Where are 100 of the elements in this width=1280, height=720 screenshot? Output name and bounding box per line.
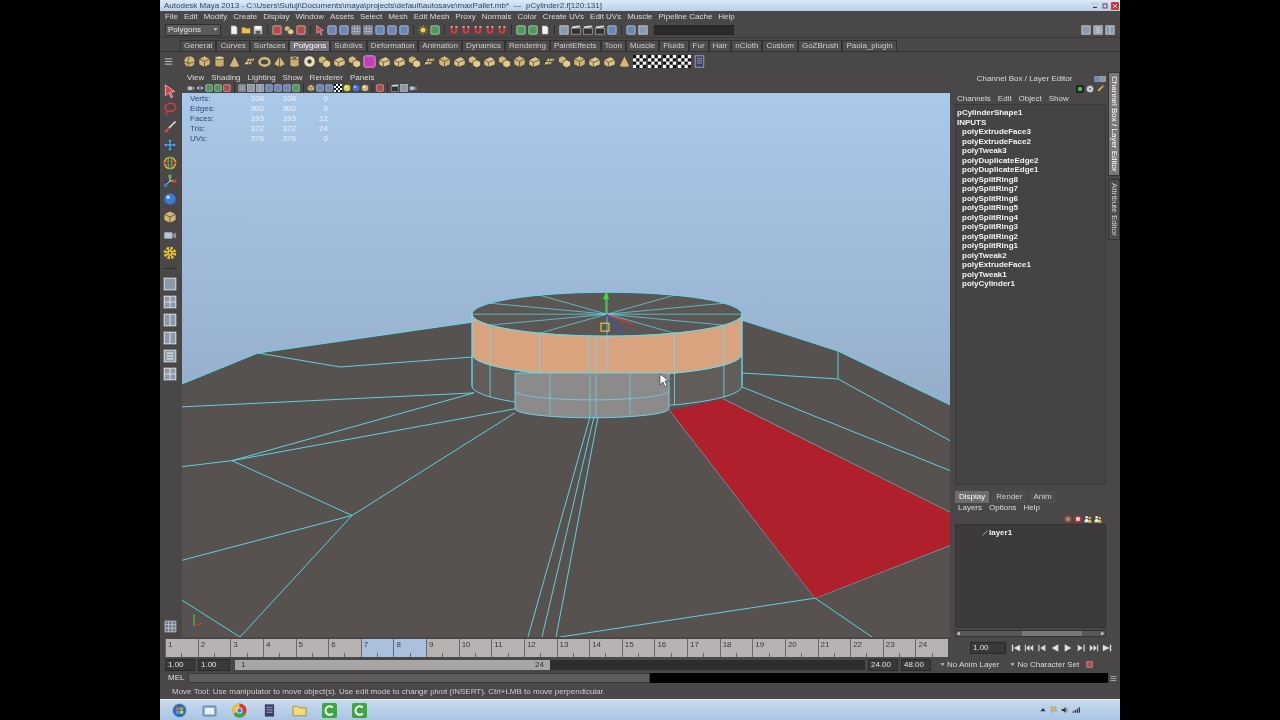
cube-icon[interactable] (198, 54, 211, 68)
single-pane-icon[interactable] (1081, 24, 1091, 35)
panel-menu-item[interactable]: Renderer (309, 74, 343, 82)
camera-icon[interactable] (187, 84, 195, 92)
menu-item[interactable]: Modify (203, 12, 228, 21)
document-icon[interactable] (540, 24, 550, 35)
input-node-item[interactable]: polySplitRing5 (957, 203, 1018, 213)
maximize-icon[interactable] (1101, 1, 1109, 10)
menu-icon[interactable] (164, 56, 173, 66)
manipulator-icon[interactable] (600, 291, 633, 334)
menu-item[interactable]: Proxy (455, 12, 476, 21)
checker-icon[interactable] (678, 54, 691, 68)
square-icon[interactable] (516, 24, 526, 35)
scale-handles-icon[interactable] (163, 174, 177, 188)
input-node-item[interactable]: polyExtrudeFace2 (957, 136, 1031, 146)
minimize-icon[interactable] (1091, 1, 1099, 10)
shelf-tab[interactable]: Deformation (366, 40, 419, 51)
input-node-item[interactable]: polySplitRing7 (957, 184, 1018, 194)
square-icon[interactable] (272, 24, 282, 35)
pointer-icon[interactable] (163, 84, 177, 98)
shelf-tab[interactable]: Fur (688, 40, 709, 51)
magnet-icon[interactable] (485, 24, 495, 35)
pencil-icon[interactable] (1096, 85, 1104, 93)
cone-icon[interactable] (228, 54, 241, 68)
two-panes-icon[interactable] (163, 313, 177, 327)
camera-icon[interactable] (163, 228, 177, 242)
step-forward-icon[interactable] (1076, 642, 1086, 653)
ball-icon[interactable] (303, 54, 316, 68)
menu-item[interactable]: Mesh (388, 12, 408, 21)
block-icon[interactable] (603, 54, 616, 68)
panel-menu-item[interactable]: Shading (211, 74, 241, 82)
single-pane-icon[interactable] (638, 24, 648, 35)
pyramid-icon[interactable] (273, 54, 286, 68)
page-icon[interactable] (261, 702, 277, 718)
input-node-item[interactable]: polySplitRing4 (957, 212, 1018, 222)
input-node-item[interactable]: polyTweak2 (957, 250, 1007, 260)
disc-icon[interactable] (1086, 85, 1094, 93)
square-icon[interactable] (399, 24, 409, 35)
round-logo-icon[interactable] (231, 702, 247, 718)
square-icon[interactable] (375, 24, 385, 35)
cube-icon[interactable] (573, 54, 586, 68)
shelf-tab[interactable]: Toon (600, 40, 626, 51)
grid-icon[interactable] (163, 620, 177, 633)
stacked-cubes-icon[interactable] (498, 54, 511, 68)
layer-menu-item[interactable]: Options (989, 504, 1017, 512)
shelf-tab[interactable]: Fluids (659, 40, 689, 51)
menu-item[interactable]: Pipeline Cache (658, 12, 713, 21)
clapperboard-icon[interactable] (571, 24, 581, 35)
layer-editor-tab[interactable]: Display (955, 491, 990, 503)
people-icon[interactable] (1094, 514, 1102, 523)
torus-icon[interactable] (258, 54, 271, 68)
square-icon[interactable] (296, 24, 306, 35)
channel-menu-item[interactable]: Object (1018, 95, 1042, 103)
two-panes-icon[interactable] (163, 331, 177, 345)
panel-menu-item[interactable]: Show (282, 74, 303, 82)
sphere-icon[interactable] (163, 192, 177, 206)
menu-set-dropdown[interactable]: Polygons (165, 23, 221, 36)
slash-icon[interactable] (982, 530, 988, 536)
caret-icon[interactable] (213, 27, 218, 32)
input-node-item[interactable]: polyExtrudeFace1 (957, 260, 1031, 270)
clapperboard-icon[interactable] (583, 24, 593, 35)
cube-icon[interactable] (163, 210, 177, 224)
tile-icon[interactable] (351, 702, 367, 718)
play-icon[interactable] (1063, 642, 1073, 653)
four-panes-icon[interactable] (163, 295, 177, 309)
menu-item[interactable]: Window (295, 12, 324, 21)
left-arrow-icon[interactable] (956, 631, 961, 636)
layer-editor-tab[interactable]: Anim (1029, 491, 1056, 503)
layer-menu-item[interactable]: Layers (958, 504, 982, 512)
shelf-tab[interactable]: Polygons (289, 40, 331, 51)
shelf-tab[interactable]: Hair (708, 40, 732, 51)
magnet-icon[interactable] (473, 24, 483, 35)
triangle-icon[interactable] (1039, 706, 1047, 714)
block-icon[interactable] (528, 54, 541, 68)
menu-item[interactable]: Edit UVs (590, 12, 622, 21)
playback-start-field[interactable]: 1.00 (198, 658, 230, 671)
grid-icon[interactable] (363, 24, 373, 35)
range-bar[interactable]: 1 24 (235, 659, 550, 670)
square-icon[interactable] (265, 84, 273, 92)
clapperboard-icon[interactable] (391, 84, 399, 92)
stacked-cubes-icon[interactable] (318, 54, 331, 68)
start-orb-icon[interactable] (171, 702, 187, 718)
square-on-disc-icon[interactable] (1064, 514, 1072, 523)
right-arrow-icon[interactable] (1100, 631, 1105, 636)
brush-icon[interactable] (163, 120, 177, 134)
cube-icon[interactable] (513, 54, 526, 68)
checker-icon[interactable] (633, 54, 646, 68)
anim-layer-dropdown[interactable]: No Anim Layer (947, 660, 1000, 669)
square-icon[interactable] (205, 84, 213, 92)
panel-menu-item[interactable]: Lighting (247, 74, 276, 82)
close-icon[interactable] (1111, 1, 1119, 10)
shelf-tab[interactable]: Muscle (625, 40, 660, 51)
two-panes-icon[interactable] (1105, 24, 1115, 35)
shelf-tab[interactable]: Curves (216, 40, 250, 51)
sphere-icon[interactable] (361, 84, 369, 92)
square-icon[interactable] (626, 24, 636, 35)
horizontal-scrollbar[interactable] (955, 630, 1106, 637)
window-icon[interactable] (201, 702, 217, 718)
sphere-icon[interactable] (352, 84, 360, 92)
sphere-icon[interactable] (343, 84, 351, 92)
